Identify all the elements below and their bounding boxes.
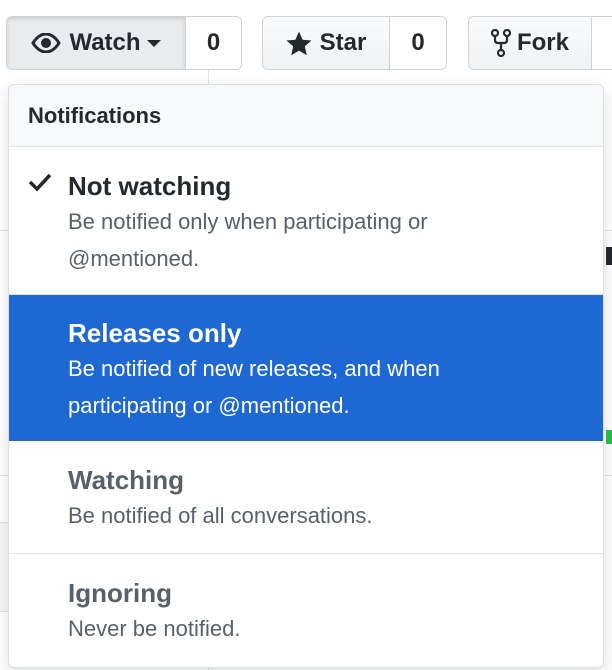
watch-button[interactable]: Watch [7,17,185,69]
eye-icon [31,33,62,53]
fork-button[interactable]: Fork [469,17,591,69]
star-button-group: Star 0 [262,16,447,70]
menu-item-title: Watching [68,465,185,495]
star-button[interactable]: Star [263,17,389,69]
background-fragment [606,430,612,444]
star-icon [286,31,312,56]
menu-item-description: Be notified of all conversations. [68,503,373,528]
menu-item-watching[interactable]: Watching Be notified of all conversation… [9,441,603,554]
caret-down-icon [146,38,161,48]
watch-count[interactable]: 0 [185,17,241,69]
menu-item-description: @mentioned. [68,246,200,271]
menu-item-releases-only[interactable]: Releases only Be notified of new release… [9,295,603,441]
menu-item-title: Not watching [68,171,232,201]
menu-item-description: Never be notified. [68,616,241,641]
star-label: Star [319,29,367,56]
watch-label: Watch [69,29,141,56]
star-count[interactable]: 0 [389,17,446,69]
background-fragment [606,247,612,265]
menu-item-description: Be notified of new releases, and when [68,356,440,381]
fork-count[interactable] [591,17,612,69]
fork-button-group: Fork [468,16,612,70]
dropdown-header: Notifications [9,85,603,147]
menu-item-title: Releases only [68,318,242,348]
menu-item-not-watching[interactable]: Not watching Be notified only when parti… [9,147,603,295]
menu-item-description: participating or @mentioned. [68,393,350,418]
notifications-dropdown: Notifications Not watching Be notified o… [8,84,604,668]
fork-icon [490,29,511,57]
check-icon [27,169,53,195]
menu-item-title: Ignoring [68,578,172,608]
page: Watch 0 Star 0 Fork Notifications Not wa… [0,0,612,670]
menu-item-description: Be notified only when participating or [68,209,428,234]
fork-label: Fork [516,29,569,56]
watch-button-group: Watch 0 [6,16,242,70]
menu-item-ignoring[interactable]: Ignoring Never be notified. [9,554,603,667]
